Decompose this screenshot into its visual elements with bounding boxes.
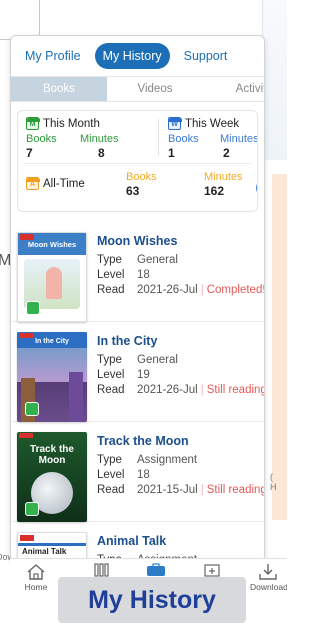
background-right-letter: H [270,482,277,492]
nav-activities[interactable] [194,563,230,578]
background-header-box [0,0,40,40]
alltime-minutes-label: Minutes [204,171,243,183]
my-history-banner: My History [58,577,246,623]
nav-library[interactable] [84,563,120,578]
book-type-row: TypeAssignment [97,454,198,466]
this-month-heading: M This Month [26,117,100,130]
background-right-peach-panel [272,174,287,520]
info-icon[interactable] [256,179,257,197]
cover-title: Track the Moon [30,444,74,466]
this-month-label: This Month [43,117,100,130]
media-subtabs: Books Videos Activit [11,76,264,102]
history-card: My Profile My History Support Books Vide… [10,35,265,562]
alltime-books-label: Books [126,171,157,183]
calendar-week-icon: W [168,117,182,130]
month-books-label: Books [26,133,57,145]
week-minutes-value: 2 [223,146,230,160]
nav-assignments[interactable] [138,563,174,578]
calendar-plus-icon [204,564,220,577]
book-type-row: Type General [97,254,178,266]
download-icon [259,564,277,580]
book-level-row: Level 19 [97,369,150,381]
month-minutes-label: Minutes [80,133,119,145]
book-level-row: Level 18 [97,469,150,481]
book-title[interactable]: Animal Talk [97,534,166,548]
read-status: Completed! [206,284,265,296]
level-badge-icon [25,502,39,516]
library-icon [94,563,109,577]
book-title[interactable]: Moon Wishes [97,234,177,248]
month-minutes-value: 8 [98,146,105,160]
level-badge-icon [25,402,39,416]
stats-divider-vertical [158,119,159,155]
list-item[interactable]: Animal Talk Animal Talk TypeAssignment [11,522,264,561]
book-title[interactable]: In the City [97,334,157,348]
book-read-row: Read 2021-15-Jul | Still reading [97,484,265,496]
background-right-fragment: ( H [266,472,287,522]
book-read-row: Read 2021-26-Jul | Completed! [97,284,265,296]
cover-title: Animal Talk [22,547,67,556]
publisher-logo [19,433,33,438]
subtab-videos[interactable]: Videos [107,77,203,101]
tab-support[interactable]: Support [176,43,236,69]
week-books-value: 1 [168,146,175,160]
briefcase-icon [147,563,165,576]
publisher-logo [19,333,33,338]
home-icon [27,564,45,580]
tab-my-profile[interactable]: My Profile [17,43,89,69]
book-cover-image: Track the Moon [17,432,87,522]
book-level-row: Level 18 [97,269,150,281]
level-badge-icon [26,301,40,315]
cover-building [69,372,83,422]
background-right-panel [262,0,287,160]
book-history-list: Moon Wishes Moon Wishes Type General Leve… [11,222,265,561]
list-item[interactable]: Moon Wishes Moon Wishes Type General Leve… [11,222,265,322]
book-cover-image: In the City [17,332,87,422]
all-time-label: All-Time [43,177,85,190]
tab-my-history[interactable]: My History [94,43,170,69]
book-read-row: Read 2021-26-Jul | Still reading [97,384,265,396]
cover-figure [46,267,62,299]
background-right-paren: ( [270,472,273,482]
nav-home-label: Home [24,582,48,592]
all-time-heading: A All-Time [26,177,85,190]
stats-divider-horizontal [24,163,251,164]
cover-strip [18,543,86,546]
book-title[interactable]: Track the Moon [97,434,189,448]
week-minutes-label: Minutes [220,133,258,145]
this-week-heading: W This Week [168,117,239,130]
nav-home[interactable]: Home [18,563,54,592]
calendar-month-icon: M [26,117,40,130]
subtab-books[interactable]: Books [11,77,107,101]
list-item[interactable]: Track the Moon Track the Moon Type Assign… [11,422,265,522]
alltime-minutes-value: 162 [204,184,225,198]
alltime-books-value: 63 [126,184,140,198]
screen: Ma Dow ( H My Profile My History Support… [0,0,287,624]
month-books-value: 7 [26,146,33,160]
reading-stats-panel: M This Month Books Minutes 7 8 W This We… [17,110,258,212]
this-week-label: This Week [185,117,240,130]
nav-download[interactable]: Download [250,563,287,592]
list-item[interactable]: In the City In the City Type General Leve… [11,322,265,422]
book-type-row: Type General [97,354,178,366]
publisher-logo [20,234,34,240]
book-cover-image: Moon Wishes [17,232,87,322]
top-nav: My Profile My History Support [11,36,264,76]
nav-download-label: Download [250,582,287,592]
read-status: Still reading [206,384,265,396]
publisher-logo [20,535,34,541]
read-status: Still reading [206,484,265,496]
subtab-activities[interactable]: Activit [203,77,264,101]
week-books-label: Books [168,133,199,145]
calendar-alltime-icon: A [26,177,40,190]
